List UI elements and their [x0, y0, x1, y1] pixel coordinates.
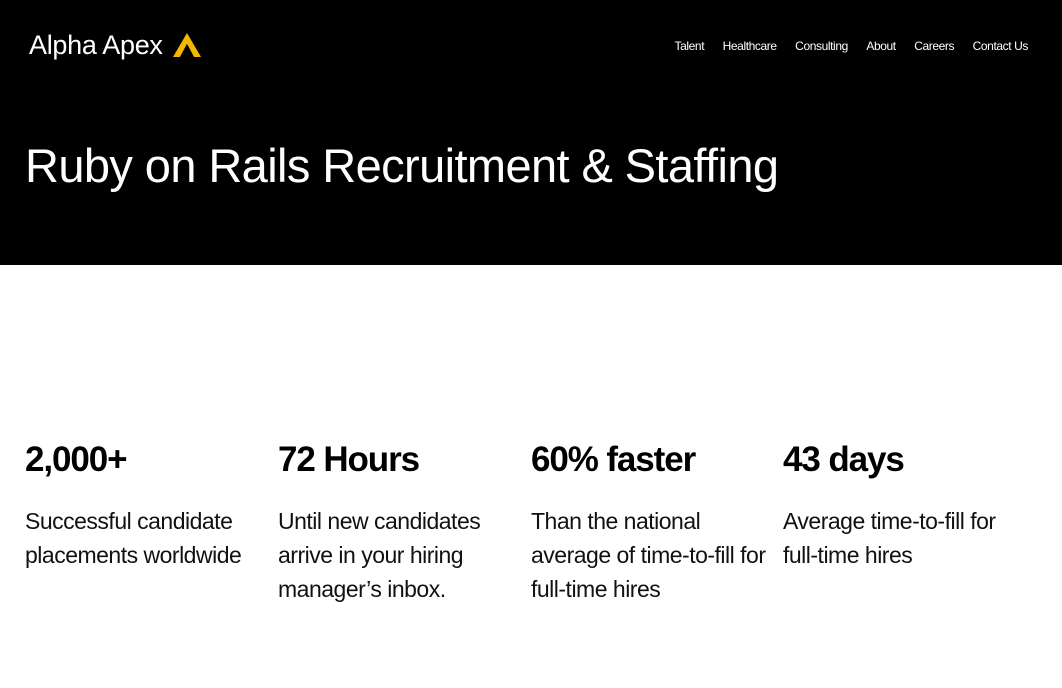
- stat-turnaround: 72 Hours Until new candidates arrive in …: [278, 438, 528, 606]
- stat-description: Successful candidate placements worldwid…: [25, 508, 242, 568]
- stat-placements: 2,000+ Successful candidate placements w…: [25, 438, 275, 572]
- stat-description: Until new candidates arrive in your hiri…: [278, 508, 481, 602]
- stat-value: 72 Hours: [278, 440, 420, 479]
- hero-section: Alpha Apex Talent Healthcare Consulting …: [0, 0, 1062, 265]
- stat-speed: 60% faster Than the national average of …: [531, 438, 781, 606]
- brand-logo-link[interactable]: Alpha Apex: [29, 29, 202, 61]
- nav-link-about[interactable]: About: [866, 38, 896, 54]
- main-nav: Talent Healthcare Consulting About Caree…: [656, 38, 1029, 54]
- nav-link-contact-us[interactable]: Contact Us: [973, 38, 1029, 54]
- stat-time-to-fill: 43 days Average time-to-fill for full-ti…: [783, 438, 1033, 572]
- nav-link-healthcare[interactable]: Healthcare: [723, 38, 777, 54]
- stat-description: Average time-to-fill for full-time hires: [783, 508, 996, 568]
- nav-link-consulting[interactable]: Consulting: [795, 38, 848, 54]
- stat-value: 60% faster: [531, 440, 696, 479]
- nav-link-talent[interactable]: Talent: [675, 38, 705, 54]
- brand-name: Alpha Apex: [29, 30, 163, 60]
- nav-link-careers[interactable]: Careers: [914, 38, 954, 54]
- apex-triangle-icon: [172, 33, 201, 57]
- stat-value: 2,000+: [25, 440, 128, 479]
- stat-description: Than the national average of time-to-fil…: [531, 508, 766, 602]
- stat-value: 43 days: [783, 440, 905, 479]
- page-title: Ruby on Rails Recruitment & Staffing: [25, 139, 779, 192]
